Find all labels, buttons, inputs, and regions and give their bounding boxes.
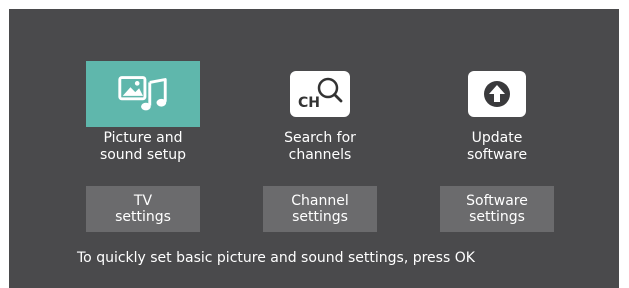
hint-text: To quickly set basic picture and sound s… xyxy=(77,250,475,266)
option-label: Picture and sound setup xyxy=(99,130,187,163)
option-tile[interactable] xyxy=(440,61,554,127)
software-settings-button[interactable]: Software settings xyxy=(440,186,554,232)
tv-settings-button[interactable]: TV settings xyxy=(86,186,200,232)
upload-icon xyxy=(468,71,526,117)
channel-icon-text: CH xyxy=(298,95,320,111)
option-picture-sound-setup[interactable]: Picture and sound setup xyxy=(86,61,200,164)
option-label: Update software xyxy=(466,130,528,163)
option-label: Search for channels xyxy=(284,130,356,163)
picture-sound-icon xyxy=(114,71,172,118)
option-update-software[interactable]: Update software xyxy=(440,61,554,164)
option-tile-selected[interactable] xyxy=(86,61,200,127)
option-search-channels[interactable]: CH Search for channels xyxy=(263,61,377,164)
channel-search-icon: CH xyxy=(290,71,350,117)
channel-settings-button[interactable]: Channel settings xyxy=(263,186,377,232)
setup-screen: Picture and sound setup CH Search for ch… xyxy=(9,9,619,288)
option-tile[interactable]: CH xyxy=(263,61,377,127)
